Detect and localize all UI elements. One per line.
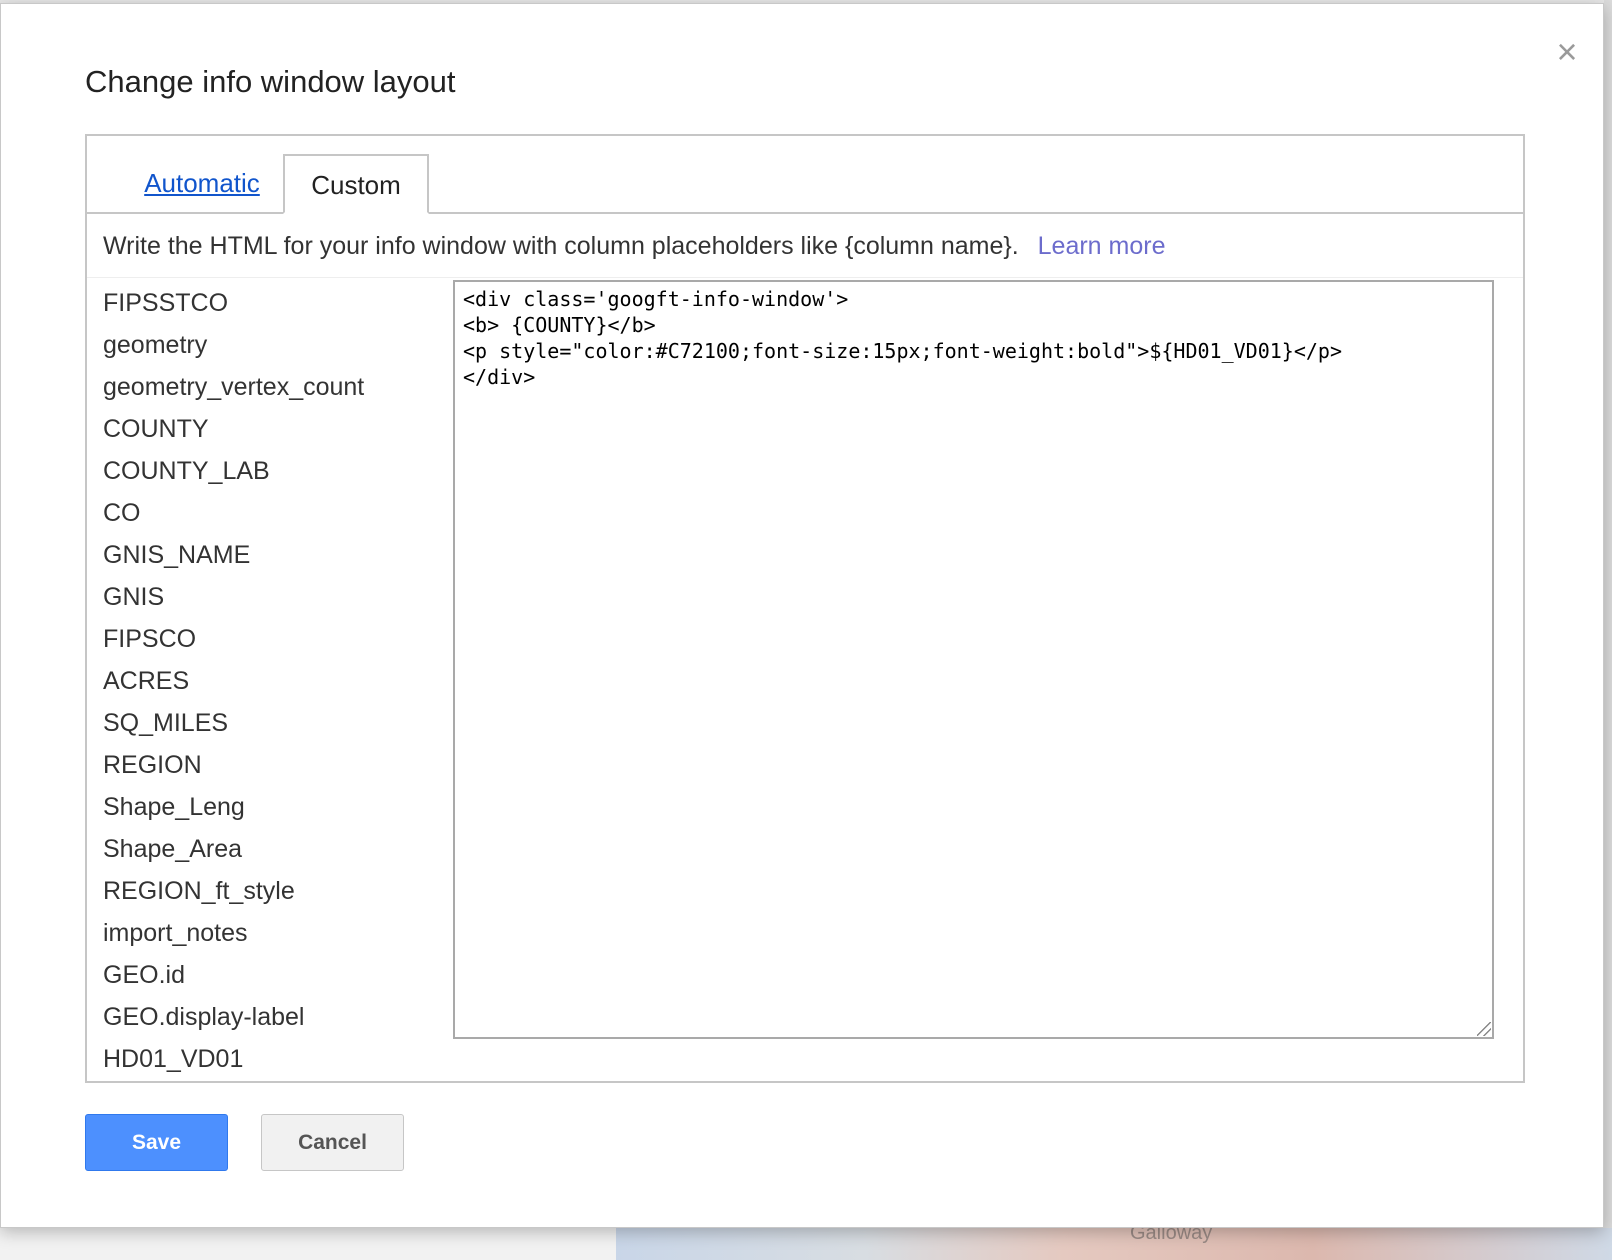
page: Galloway × Change info window layout Aut… <box>0 0 1612 1260</box>
tab-custom[interactable]: Custom <box>283 154 429 214</box>
column-item[interactable]: GEO.id <box>103 954 443 996</box>
column-item[interactable]: FIPSCO <box>103 618 443 660</box>
help-text: Write the HTML for your info window with… <box>103 232 1019 260</box>
column-item[interactable]: REGION_ft_style <box>103 870 443 912</box>
map-tile <box>616 1228 1612 1260</box>
column-item[interactable]: Shape_Leng <box>103 786 443 828</box>
html-template-editor[interactable] <box>453 280 1494 1039</box>
info-window-layout-dialog: × Change info window layout Automatic Cu… <box>0 3 1604 1228</box>
column-item[interactable]: REGION <box>103 744 443 786</box>
cancel-button[interactable]: Cancel <box>261 1114 404 1171</box>
layout-panel: Automatic Custom Write the HTML for your… <box>85 134 1525 1083</box>
tab-bar: Automatic Custom <box>87 136 1523 214</box>
tab-automatic[interactable]: Automatic <box>137 154 267 212</box>
column-item[interactable]: geometry <box>103 324 443 366</box>
map-edge <box>1604 0 1612 1260</box>
column-item[interactable]: Shape_Area <box>103 828 443 870</box>
column-item[interactable]: GNIS <box>103 576 443 618</box>
dialog-title: Change info window layout <box>85 64 456 99</box>
learn-more-link[interactable]: Learn more <box>1038 232 1166 260</box>
column-item[interactable]: COUNTY <box>103 408 443 450</box>
save-button[interactable]: Save <box>85 1114 228 1171</box>
column-item[interactable]: COUNTY_LAB <box>103 450 443 492</box>
column-item[interactable]: GEO.display-label <box>103 996 443 1038</box>
column-item[interactable]: import_notes <box>103 912 443 954</box>
column-item[interactable]: CO <box>103 492 443 534</box>
column-item[interactable]: ACRES <box>103 660 443 702</box>
column-placeholder-list: FIPSSTCO geometry geometry_vertex_count COU… <box>103 282 443 1077</box>
close-icon[interactable]: × <box>1549 34 1585 70</box>
resize-grip-icon[interactable] <box>1477 1022 1491 1036</box>
column-item[interactable]: FIPSSTCO <box>103 282 443 324</box>
column-item[interactable]: SQ_MILES <box>103 702 443 744</box>
column-item[interactable]: HD01_VD01 <box>103 1038 443 1077</box>
column-item[interactable]: GNIS_NAME <box>103 534 443 576</box>
column-item[interactable]: geometry_vertex_count <box>103 366 443 408</box>
help-text-row: Write the HTML for your info window with… <box>87 214 1523 278</box>
